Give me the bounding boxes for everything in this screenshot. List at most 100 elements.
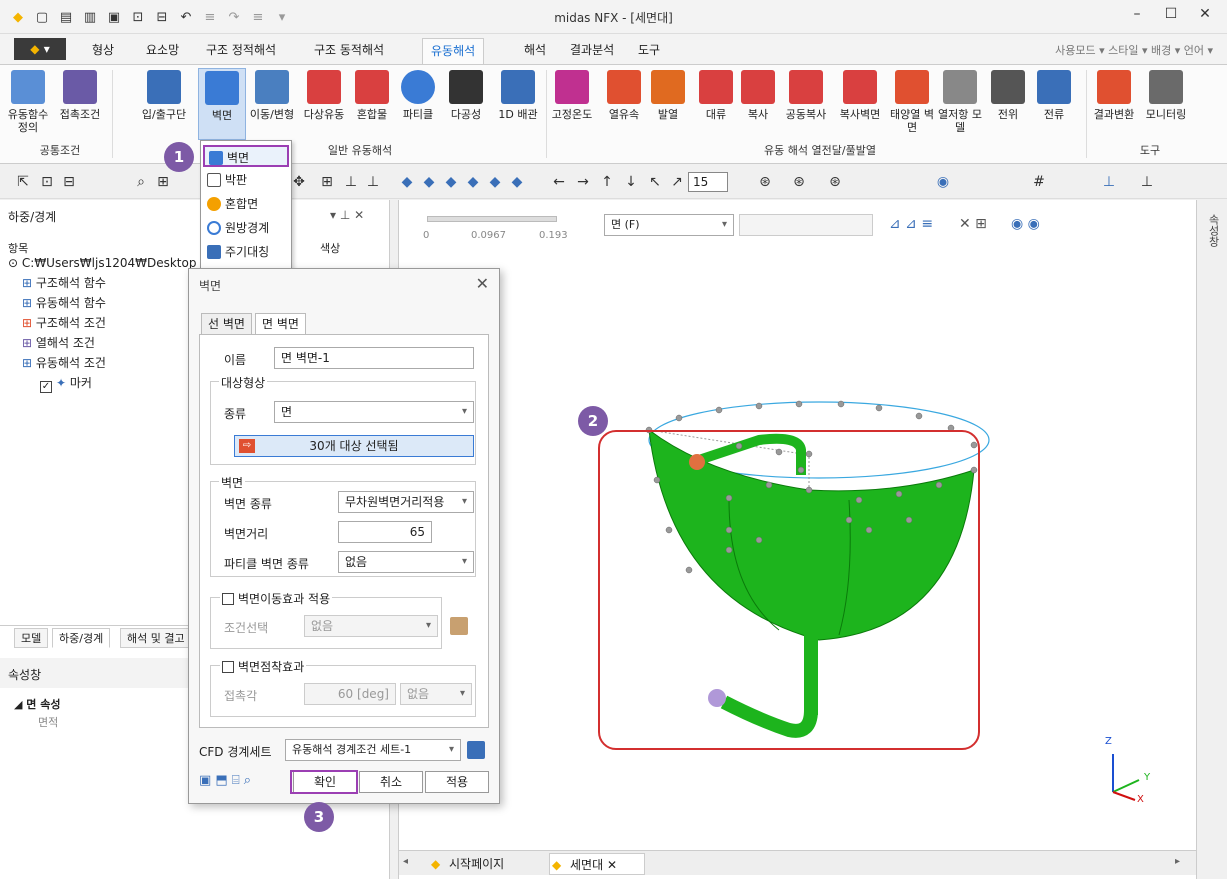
contact-unit-select[interactable]: 없음 ▾ <box>400 683 472 705</box>
property-section[interactable]: ◢ 면 속성 <box>14 696 61 712</box>
ribbon-fixed-temp-button[interactable]: 고정온도 <box>548 68 596 140</box>
name-field[interactable]: 면 벽면-1 <box>274 347 474 369</box>
close-button[interactable]: ✕ <box>1190 6 1220 28</box>
tab-face-wall[interactable]: 면 벽면 <box>255 313 306 335</box>
ribbon-mixture-button[interactable]: 혼합물 <box>348 68 396 140</box>
dialog-close-icon[interactable]: ✕ <box>476 274 489 293</box>
pin-icon[interactable]: ▾ ⊥ ✕ <box>330 208 364 222</box>
tab-load-bc[interactable]: 하중/경계 <box>52 628 111 648</box>
motion-checkbox[interactable]: 벽면이동효과 적용 <box>220 590 333 607</box>
tab-dynamic[interactable]: 구조 동적해석 <box>306 38 392 64</box>
ribbon-thermal-resistance-button[interactable]: 열저항 모델 <box>936 68 984 140</box>
rotate-right-icon[interactable]: → <box>574 173 592 191</box>
grid-toggle-icon[interactable]: # <box>1030 173 1048 191</box>
shade-icon[interactable]: ⊛ <box>826 173 844 191</box>
tab-line-wall[interactable]: 선 벽면 <box>201 313 252 335</box>
view-front-icon[interactable]: ◆ <box>420 173 438 191</box>
tab-cfd[interactable]: 유동해석 <box>422 38 485 64</box>
deselect-icon[interactable]: ✕ ⊞ <box>959 216 987 232</box>
adhesion-checkbox[interactable]: 벽면점착효과 <box>220 658 307 675</box>
rotate-cw-icon[interactable]: ↗ <box>668 173 686 191</box>
minimize-button[interactable]: – <box>1122 6 1152 28</box>
right-side-strip[interactable]: 속성창 <box>1196 200 1227 879</box>
unlock-icon[interactable]: ⊟ <box>60 173 78 191</box>
ribbon-radiation-wall-button[interactable]: 복사벽면 <box>836 68 884 140</box>
wall-type-select[interactable]: 무차원벽면거리적용 ▾ <box>338 491 474 513</box>
menu-item-far-field[interactable]: 원방경계 <box>203 217 289 239</box>
ribbon-potential-button[interactable]: 전위 <box>984 68 1032 140</box>
condition-edit-icon[interactable] <box>450 617 468 635</box>
camera-icon[interactable]: ◉ <box>934 173 952 191</box>
ribbon-monitoring-button[interactable]: 모니터링 <box>1142 68 1190 140</box>
ribbon-move-deform-button[interactable]: 이동/변형 <box>248 68 296 140</box>
ribbon-particle-button[interactable]: 파티클 <box>394 68 442 140</box>
scroll-right-icon[interactable]: ▸ <box>1175 856 1180 867</box>
tree-item-cfd-func[interactable]: ⊞ 유동해석 함수 <box>22 294 106 312</box>
selection-filter-dropdown[interactable]: 면 (F) ▾ <box>604 214 734 236</box>
tab-analysis[interactable]: 해석 <box>516 38 554 64</box>
menu-item-thin-plate[interactable]: 박판 <box>203 169 289 191</box>
rotate-up-icon[interactable]: ↑ <box>598 173 616 191</box>
tab-start-page[interactable]: ◆ 시작페이지 <box>429 853 547 875</box>
tab-mesh[interactable]: 요소망 <box>138 38 187 64</box>
tab-sink[interactable]: ◆ 세면대 ✕ <box>549 853 645 875</box>
ribbon-porous-button[interactable]: 다공성 <box>442 68 490 140</box>
ribbon-convection-button[interactable]: 대류 <box>692 68 740 140</box>
tab-results[interactable]: 결과분석 <box>562 38 622 64</box>
menu-item-mixing-plane[interactable]: 혼합면 <box>203 193 289 215</box>
ribbon-contact-button[interactable]: 접촉조건 <box>56 68 104 140</box>
lock-icon[interactable]: ⊡ <box>38 173 56 191</box>
display-mode-icon[interactable]: ⊛ <box>756 173 774 191</box>
ribbon-wall-button[interactable]: 벽면 <box>198 68 246 140</box>
view-right-icon[interactable]: ◆ <box>486 173 504 191</box>
contact-angle-input[interactable]: 60 [deg] <box>304 683 396 705</box>
rotate-left-icon[interactable]: ← <box>550 173 568 191</box>
view-left-icon[interactable]: ◆ <box>464 173 482 191</box>
menu-right-options[interactable]: 사용모드 ▾ 스타일 ▾ 배경 ▾ 언어 ▾ <box>1055 42 1213 58</box>
record-icon[interactable]: ◉ ◉ <box>1011 216 1040 232</box>
snap-icon[interactable]: ⊥ <box>342 173 360 191</box>
select-tools-icon[interactable]: ⊿ ⊿ ≡ <box>889 216 933 232</box>
tab-static[interactable]: 구조 정적해석 <box>198 38 284 64</box>
property-side-tab[interactable]: 속성창 <box>1205 214 1221 247</box>
menu-item-wall[interactable]: 벽면 <box>203 145 289 167</box>
view-back-icon[interactable]: ◆ <box>442 173 460 191</box>
rotation-angle-input[interactable]: 15 <box>688 172 728 192</box>
tab-tools[interactable]: 도구 <box>630 38 668 64</box>
tree-item-cfd-cond[interactable]: ⊞ 유동해석 조건 <box>22 354 106 372</box>
cfd-set-manage-icon[interactable] <box>467 741 485 759</box>
ribbon-flow-function-button[interactable]: 유동함수 정의 <box>4 68 52 140</box>
view-top-icon[interactable]: ◆ <box>508 173 526 191</box>
apply-button[interactable]: 적용 <box>425 771 489 793</box>
adhesion-check-box[interactable] <box>222 661 234 673</box>
tab-geometry[interactable]: 형상 <box>84 38 122 64</box>
zoom-window-icon[interactable]: ⊞ <box>154 173 172 191</box>
tree-root[interactable]: ⊙ C:₩Users₩ljs1204₩Desktop <box>8 254 196 272</box>
zoom-icon[interactable]: ⌕ <box>132 173 150 191</box>
work-plane-icon[interactable]: ⊥ <box>1100 173 1118 191</box>
close-tab-icon[interactable]: ✕ <box>607 858 617 872</box>
ribbon-cavity-radiation-button[interactable]: 공동복사 <box>782 68 830 140</box>
select-icon[interactable]: ⇱ <box>14 173 32 191</box>
tree-item-marker[interactable]: ✓ ✦ 마커 <box>40 374 92 393</box>
ribbon-heat-flux-button[interactable]: 열유속 <box>600 68 648 140</box>
ribbon-multiphase-button[interactable]: 다상유동 <box>300 68 348 140</box>
type-select[interactable]: 면 ▾ <box>274 401 474 423</box>
marker-checkbox[interactable]: ✓ <box>40 381 52 393</box>
particle-wall-select[interactable]: 없음 ▾ <box>338 551 474 573</box>
menu-item-periodic[interactable]: 주기대칭 <box>203 241 289 263</box>
tab-model[interactable]: 모델 <box>14 628 49 648</box>
ribbon-radiation-button[interactable]: 복사 <box>734 68 782 140</box>
motion-check-box[interactable] <box>222 593 234 605</box>
ribbon-inlet-outlet-button[interactable]: 입/출구단 <box>140 68 188 140</box>
rotate-ccw-icon[interactable]: ↖ <box>646 173 664 191</box>
rotate-down-icon[interactable]: ↓ <box>622 173 640 191</box>
view-iso-icon[interactable]: ◆ <box>398 173 416 191</box>
render-icon[interactable]: ⊛ <box>790 173 808 191</box>
ucs-icon[interactable]: ⊥ <box>1138 173 1156 191</box>
pan-icon[interactable]: ✥ <box>290 173 308 191</box>
tree-item-heat-cond[interactable]: ⊞ 열해석 조건 <box>22 334 95 352</box>
tree-item-struct-cond[interactable]: ⊞ 구조해석 조건 <box>22 314 106 332</box>
scroll-left-icon[interactable]: ◂ <box>403 856 408 867</box>
ribbon-1d-pipe-button[interactable]: 1D 배관 <box>494 68 542 140</box>
